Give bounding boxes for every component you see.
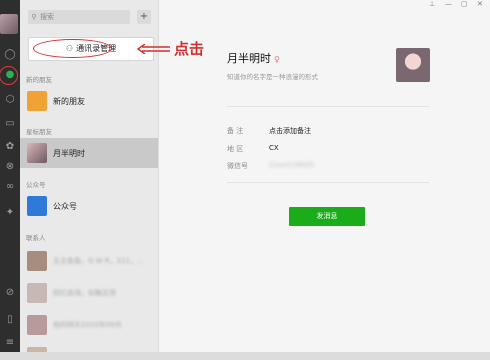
search-icon: ⚲ bbox=[31, 13, 37, 21]
search-web-icon[interactable]: ⊗ bbox=[3, 160, 17, 174]
contact-avatar-large[interactable] bbox=[396, 48, 430, 82]
list-item-contact[interactable]: 无主鱼鱼，G W R，221，... bbox=[20, 246, 158, 276]
official-account-icon bbox=[27, 196, 47, 216]
user-avatar[interactable] bbox=[0, 14, 18, 34]
section-official: 公众号 bbox=[26, 181, 46, 189]
close-icon[interactable]: ✕ bbox=[477, 0, 483, 8]
annotation-arrow-icon bbox=[136, 44, 170, 54]
chat-icon[interactable]: ◯ bbox=[3, 48, 17, 62]
maximize-icon[interactable]: ▢ bbox=[461, 0, 468, 8]
favorites-icon[interactable]: ⬡ bbox=[3, 93, 17, 107]
channels-icon[interactable]: ∞ bbox=[3, 180, 17, 194]
list-item-official-account[interactable]: 公众号 bbox=[20, 191, 158, 221]
miniprogram-icon[interactable]: ✦ bbox=[3, 206, 17, 220]
contact-avatar bbox=[27, 251, 47, 271]
contacts-highlight-ring bbox=[0, 66, 18, 85]
contact-name: 月半明时 ♀ bbox=[227, 52, 280, 65]
pin-icon[interactable]: ⊥ bbox=[429, 0, 435, 8]
remark-value[interactable]: 点击添加备注 bbox=[269, 126, 311, 136]
divider bbox=[227, 182, 429, 183]
miniprogram-circle-icon[interactable]: ⊘ bbox=[3, 286, 17, 300]
list-item-contact[interactable]: 他的明天2020年09月 bbox=[20, 310, 158, 340]
minimize-icon[interactable]: — bbox=[445, 0, 452, 8]
annotation-label: 点击 bbox=[174, 40, 205, 58]
people-icon: ⚇ bbox=[65, 44, 74, 53]
menu-icon[interactable]: ≡ bbox=[3, 336, 17, 350]
region-value: CX bbox=[269, 144, 279, 152]
contact-signature: 知道你的名字是一种浪漫的形式 bbox=[227, 73, 318, 81]
add-button[interactable]: + bbox=[137, 10, 151, 24]
wechat-id-value: Cnun119425 bbox=[269, 161, 314, 169]
contact-avatar bbox=[27, 283, 47, 303]
search-input[interactable]: ⚲ 搜索 bbox=[28, 10, 130, 24]
list-item-contact[interactable]: 回忆由浅，如酗无惊 bbox=[20, 278, 158, 308]
taskbar-strip bbox=[0, 352, 490, 360]
new-friend-icon bbox=[27, 91, 47, 111]
wechat-id-label: 微信号 bbox=[227, 162, 248, 170]
moments-icon[interactable]: ✿ bbox=[3, 140, 17, 154]
list-item-starred-friend[interactable]: 月半明时 bbox=[20, 138, 158, 168]
contact-detail-pane: ⊥ — ▢ ✕ 月半明时 ♀ 知道你的名字是一种浪漫的形式 备 注 点击添加备注 … bbox=[159, 0, 490, 356]
divider bbox=[227, 106, 429, 107]
nav-rail: ◯ ● ⬡ ▭ ✿ ⊗ ∞ ✦ ⊘ ▯ ≡ bbox=[0, 0, 20, 356]
folder-icon[interactable]: ▭ bbox=[3, 117, 17, 131]
female-icon: ♀ bbox=[274, 55, 280, 64]
list-item-new-friends[interactable]: 新的朋友 bbox=[20, 86, 158, 116]
section-contacts: 联系人 bbox=[26, 234, 46, 242]
friend-avatar bbox=[27, 143, 47, 163]
send-message-button[interactable]: 发消息 bbox=[289, 207, 365, 226]
phone-icon[interactable]: ▯ bbox=[3, 313, 17, 327]
region-label: 地 区 bbox=[227, 145, 244, 153]
remark-label: 备 注 bbox=[227, 127, 244, 135]
wechat-window: ◯ ● ⬡ ▭ ✿ ⊗ ∞ ✦ ⊘ ▯ ≡ ⚲ 搜索 + ⚇ 通讯录管理 新的朋友 … bbox=[0, 0, 490, 356]
section-new-friends: 新的朋友 bbox=[26, 76, 52, 84]
contact-avatar bbox=[27, 315, 47, 335]
section-starred: 星标朋友 bbox=[26, 128, 52, 136]
